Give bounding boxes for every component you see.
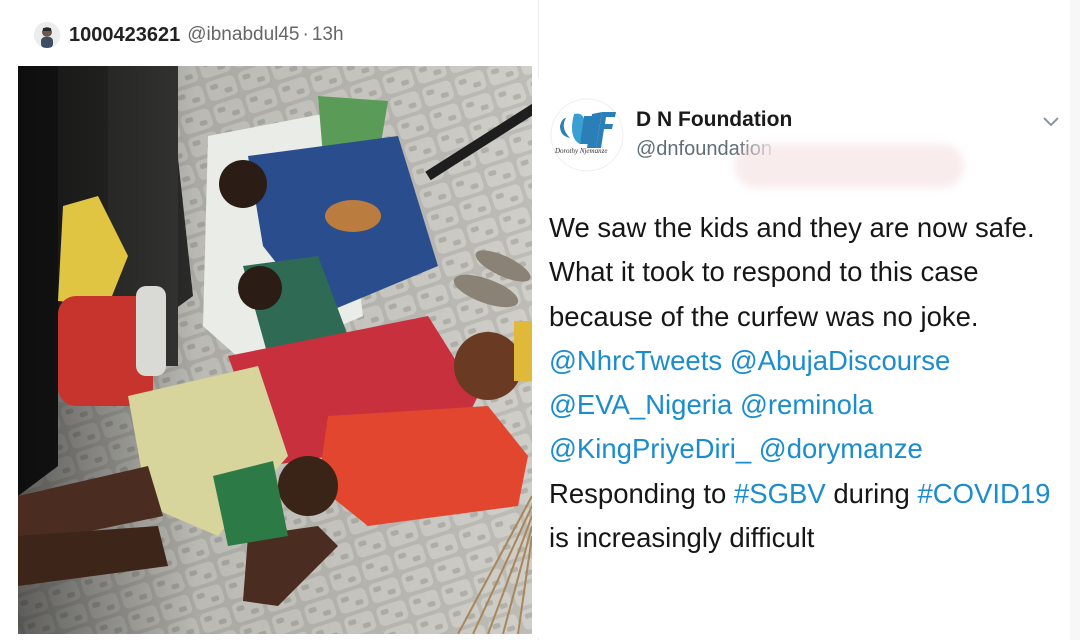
reply-tweet-card: Dorothy Njemanze D N Foundation @dnfound… [538, 78, 1070, 638]
tweet-text-segment [751, 433, 759, 464]
mention-link[interactable]: @KingPriyeDiri_ [549, 433, 751, 464]
tweet-photo[interactable] [18, 66, 532, 634]
separator-dot: · [302, 24, 309, 45]
mention-link[interactable]: @dorymanze [759, 433, 923, 464]
tweet-text-segment: during [825, 477, 918, 509]
chevron-down-icon[interactable] [1040, 110, 1062, 132]
mention-link[interactable]: @reminola [740, 389, 873, 420]
tweet-text-segment: We saw the kids and they are now safe. W… [549, 212, 1035, 332]
tweet-timestamp[interactable]: 13h [312, 24, 344, 46]
logo-subtext: Dorothy Njemanze [554, 147, 607, 155]
mention-link[interactable]: @NhrcTweets [549, 345, 722, 376]
tweet-text-segment: Responding to [549, 477, 734, 509]
user-avatar-icon[interactable] [34, 22, 60, 48]
user-handle[interactable]: @ibnabdul45 [187, 24, 299, 46]
scroll-edge [1070, 0, 1080, 640]
display-name[interactable]: 1000423621 [69, 24, 180, 47]
author-display-name[interactable]: D N Foundation [636, 108, 792, 132]
tweet-text-segment [722, 345, 730, 376]
hashtag-link[interactable]: #SGBV [734, 478, 826, 509]
mention-link[interactable]: @AbujaDiscourse [730, 345, 951, 376]
foundation-logo-icon[interactable]: Dorothy Njemanze [550, 98, 624, 172]
mention-link[interactable]: @EVA_Nigeria [549, 389, 732, 420]
blur-artifact [734, 144, 964, 188]
tweet-text: We saw the kids and they are now safe. W… [549, 206, 1059, 560]
tweet-text-segment [732, 389, 740, 420]
hashtag-link[interactable]: #COVID19 [917, 478, 1050, 509]
tweet-text-segment: is increasingly difficult [549, 522, 815, 554]
original-tweet-header: 1000423621 @ibnabdul45 · 13h [34, 20, 344, 50]
